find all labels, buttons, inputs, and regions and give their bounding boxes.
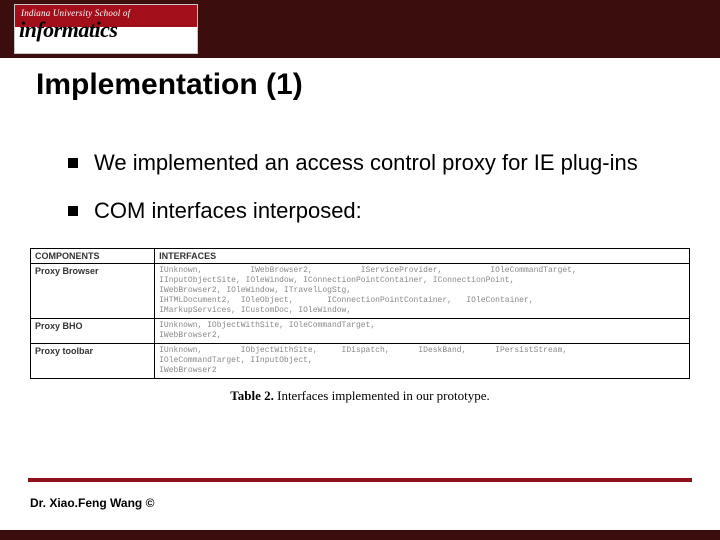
bullet-1: We implemented an access control proxy f… [68, 148, 668, 178]
interfaces-table: COMPONENTS INTERFACES Proxy Browser IUnk… [30, 248, 690, 379]
logo: Indiana University School of informatics [14, 4, 198, 54]
table-row: Proxy Browser IUnknown, IWebBrowser2, IS… [31, 264, 690, 319]
row-interfaces: IUnknown, IObjectWithSite, IOleCommandTa… [155, 319, 690, 344]
slide-title: Implementation (1) [36, 68, 303, 102]
row-label: Proxy BHO [31, 319, 155, 344]
table-row: Proxy toolbar IUnknown, IObjectWithSite,… [31, 344, 690, 379]
bullet-list: We implemented an access control proxy f… [68, 148, 668, 226]
bullet-text: We implemented an access control proxy f… [94, 150, 638, 175]
footer-band [0, 530, 720, 540]
row-label: Proxy Browser [31, 264, 155, 319]
interfaces-table-wrap: COMPONENTS INTERFACES Proxy Browser IUnk… [30, 248, 690, 405]
table-row: Proxy BHO IUnknown, IObjectWithSite, IOl… [31, 319, 690, 344]
bullet-2: COM interfaces interposed: [68, 196, 668, 226]
col-interfaces: INTERFACES [155, 249, 690, 264]
row-label: Proxy toolbar [31, 344, 155, 379]
logo-wordmark: informatics [19, 19, 117, 41]
bullet-icon [68, 158, 78, 168]
table-caption: Table 2. Interfaces implemented in our p… [30, 387, 690, 405]
col-components: COMPONENTS [31, 249, 155, 264]
row-interfaces: IUnknown, IObjectWithSite, IDispatch, ID… [155, 344, 690, 379]
footer-rule [28, 478, 692, 482]
footer-text: Dr. Xiao.Feng Wang © [30, 496, 154, 510]
bullet-text: COM interfaces interposed: [94, 198, 362, 223]
row-interfaces: IUnknown, IWebBrowser2, IServiceProvider… [155, 264, 690, 319]
bullet-icon [68, 206, 78, 216]
